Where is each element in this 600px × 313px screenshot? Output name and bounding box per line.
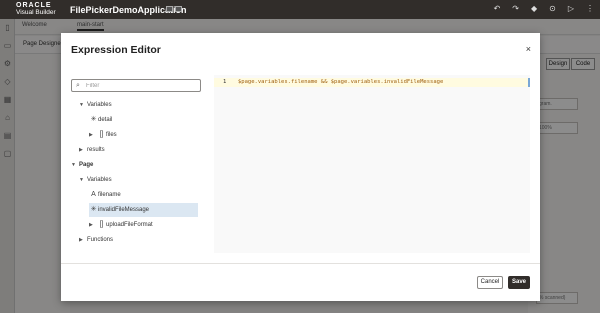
chevron-right-icon[interactable]: ▶ — [79, 143, 87, 157]
tree-node-invalidfilemessage[interactable]: ✳ invalidFileMessage — [89, 203, 198, 217]
cancel-button[interactable]: Cancel — [477, 276, 503, 289]
more-icon[interactable]: ⋮ — [586, 4, 594, 13]
tree-node-uploadfileformat[interactable]: ▶[] uploadFileFormat — [89, 218, 153, 232]
tree-node-detail[interactable]: ✳ detail — [89, 113, 113, 127]
search-icon: ⌕ — [76, 82, 80, 89]
app-badge-icon — [166, 6, 173, 12]
oracle-logo: ORACLE Visual Builder — [16, 2, 56, 16]
tree-node-page[interactable]: ▼ Page — [71, 158, 93, 172]
chevron-down-icon[interactable]: ▼ — [79, 173, 87, 187]
app-header: ORACLE Visual Builder FilePickerDemoAppl… — [0, 0, 600, 19]
filter-field[interactable]: ⌕ — [71, 79, 201, 92]
tree-node-page-variables[interactable]: ▼ Variables — [79, 173, 112, 187]
string-type-icon: A — [91, 191, 96, 198]
expression-text[interactable]: $page.variables.filename && $page.variab… — [238, 79, 443, 85]
tree-node-variables[interactable]: ▼ Variables — [79, 98, 112, 112]
chevron-right-icon[interactable]: ▶ — [89, 128, 97, 142]
chevron-right-icon[interactable]: ▶ — [79, 233, 87, 247]
tree-node-functions[interactable]: ▶ Functions — [79, 233, 113, 247]
diamond-icon[interactable]: ◆ — [531, 4, 537, 13]
array-icon: [] — [99, 131, 104, 138]
tree-node-files[interactable]: ▶[] files — [89, 128, 117, 142]
editor-scroll-marker — [528, 78, 530, 87]
array-icon: [] — [99, 221, 104, 228]
header-toolbar: ↶ ↷ ◆ ⊙ ▷ ⋮ — [494, 4, 594, 13]
chevron-down-icon[interactable]: ▼ — [71, 158, 79, 172]
asterisk-icon: ✳ — [90, 206, 97, 213]
close-icon[interactable]: × — [526, 44, 531, 54]
filter-input[interactable] — [86, 81, 196, 90]
app-badge-icon — [175, 6, 182, 12]
undo-icon[interactable]: ↶ — [494, 4, 501, 13]
tree-node-results[interactable]: ▶ results — [79, 143, 105, 157]
redo-icon[interactable]: ↷ — [512, 4, 519, 13]
run-icon[interactable]: ▷ — [568, 4, 574, 13]
expression-editor-dialog: Expression Editor × ⌕ ▼Variables ✳detail… — [61, 33, 540, 301]
target-icon[interactable]: ⊙ — [549, 4, 556, 13]
tree-node-filename[interactable]: Afilename — [89, 188, 121, 202]
save-button[interactable]: Save — [508, 276, 530, 289]
dialog-title: Expression Editor — [71, 44, 161, 56]
expression-code-editor[interactable]: 1 $page.variables.filename && $page.vari… — [214, 75, 530, 253]
line-number: 1 — [223, 79, 227, 85]
chevron-down-icon[interactable]: ▼ — [79, 98, 87, 112]
chevron-right-icon[interactable]: ▶ — [89, 218, 97, 232]
asterisk-icon: ✳ — [90, 116, 97, 123]
dialog-footer-divider — [61, 263, 540, 264]
